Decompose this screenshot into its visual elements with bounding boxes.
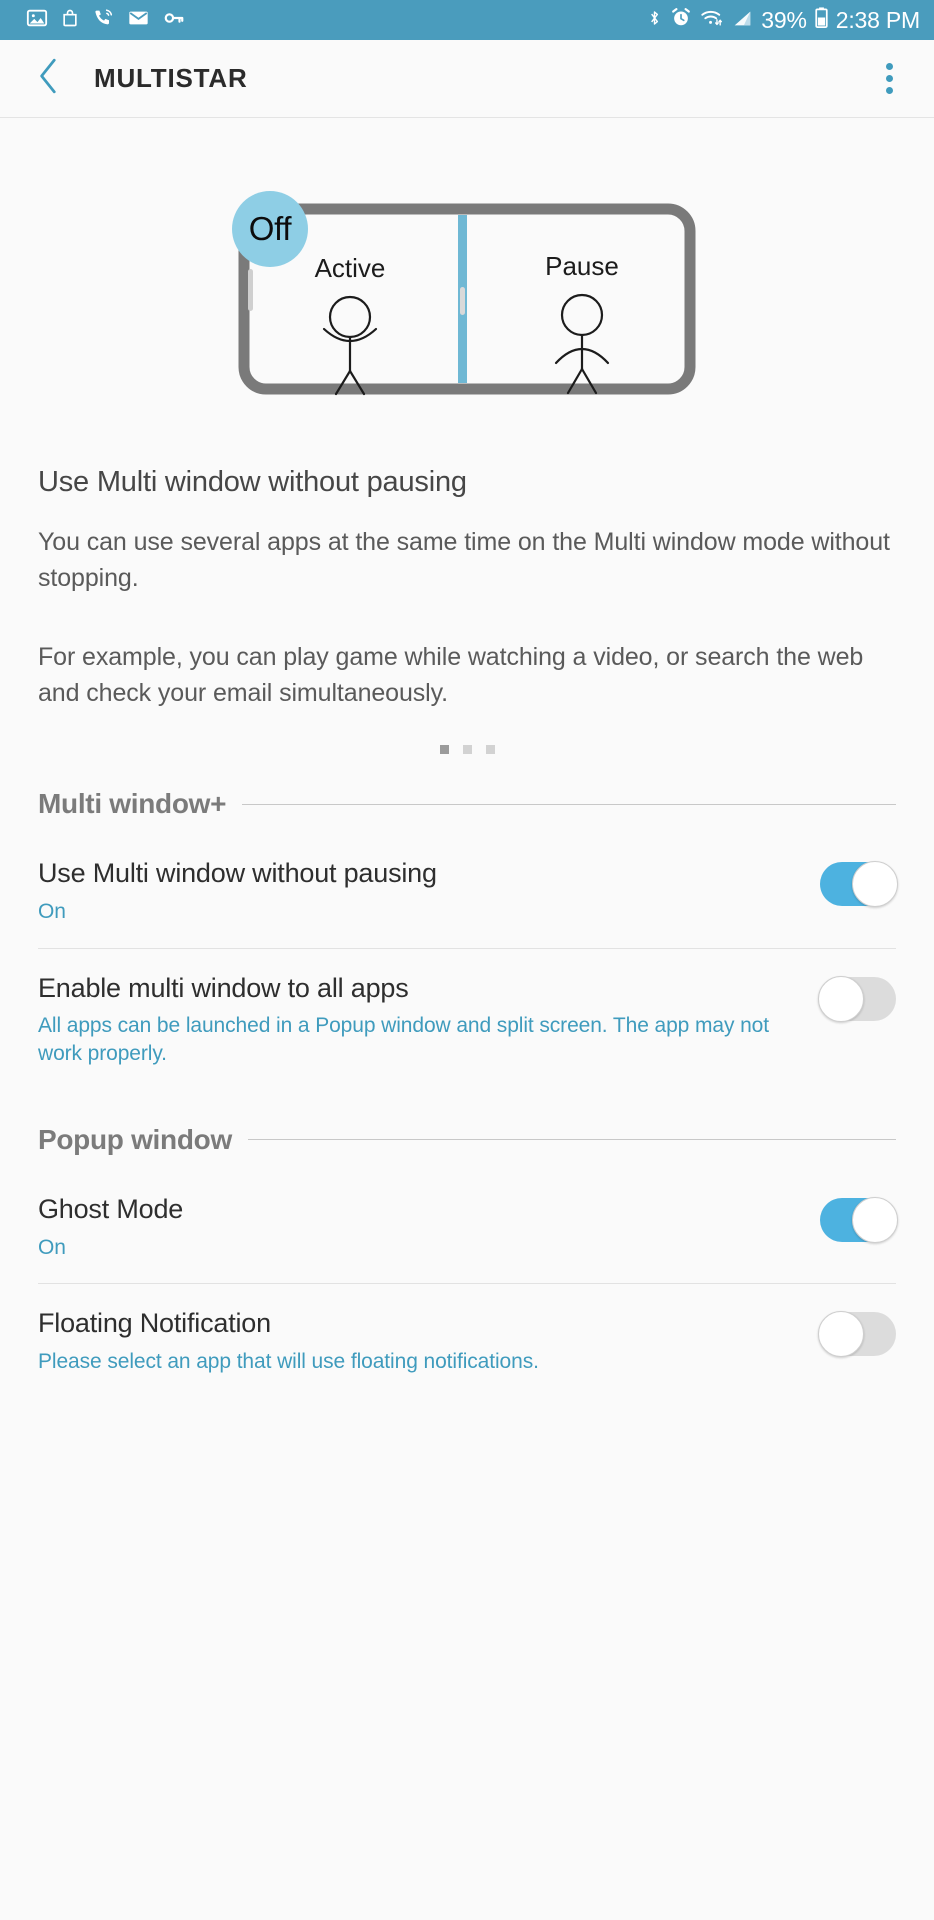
image-icon: [26, 7, 48, 34]
more-vert-icon-dot: [885, 63, 893, 70]
section-label: Popup window: [38, 1123, 232, 1155]
status-bar-system-icons: 39% 2:38 PM: [646, 6, 920, 35]
section-rule: [247, 1139, 896, 1141]
settings-content: Active Pause Off Use Multi window withou…: [0, 118, 934, 1920]
bluetooth-icon: [646, 6, 663, 35]
wifi-calling-icon: [92, 7, 115, 34]
toggle-knob: [818, 975, 864, 1022]
mail-icon: [127, 7, 150, 34]
toggle-use-multi-window-without-pausing[interactable]: [820, 861, 898, 907]
chevron-left-icon: [36, 57, 62, 100]
intro-block: Use Multi window without pausing You can…: [0, 466, 934, 754]
alarm-icon: [670, 6, 692, 34]
toggle-knob: [818, 1311, 864, 1358]
page-dot[interactable]: [485, 745, 495, 754]
toggle-ghost-mode[interactable]: [820, 1196, 898, 1243]
row-text: Use Multi window without pausing On: [38, 858, 820, 926]
setting-title: Ghost Mode: [38, 1193, 184, 1224]
status-bar: 39% 2:38 PM: [0, 0, 934, 40]
setting-subtitle: On: [38, 1235, 66, 1259]
toggle-enable-multi-window-to-all-apps[interactable]: [818, 975, 896, 1022]
toggle-knob: [852, 861, 898, 907]
section-header-multi-window-plus: Multi window+: [0, 788, 934, 820]
setting-row-ghost-mode[interactable]: Ghost Mode On: [0, 1170, 934, 1284]
setting-title: Use Multi window without pausing: [38, 858, 437, 888]
status-bar-notification-icons: [26, 7, 186, 34]
row-text: Enable multi window to all apps All apps…: [38, 973, 820, 1068]
toggle-knob: [852, 1196, 898, 1243]
back-button[interactable]: [26, 56, 72, 102]
intro-title: Use Multi window without pausing: [38, 466, 467, 498]
page-title: MULTISTAR: [94, 63, 248, 93]
setting-subtitle: On: [38, 899, 66, 923]
overflow-menu-button[interactable]: [866, 55, 912, 103]
section-label: Multi window+: [38, 788, 227, 819]
setting-row-floating-notification[interactable]: Floating Notification Please select an a…: [0, 1284, 934, 1398]
setting-row-use-multi-window-without-pausing[interactable]: Use Multi window without pausing On: [0, 834, 934, 948]
key-icon: [162, 7, 186, 34]
setting-subtitle: Please select an app that will use float…: [38, 1350, 539, 1374]
page-dot[interactable]: [439, 745, 449, 754]
phone-screen: 39% 2:38 PM MULTISTAR Active Pause Off U…: [0, 0, 934, 1920]
signal-icon: [730, 7, 754, 34]
setting-row-enable-multi-window-to-all-apps[interactable]: Enable multi window to all apps All apps…: [0, 949, 934, 1090]
hero-illustration: Active Pause Off: [0, 146, 934, 446]
row-text: Ghost Mode On: [38, 1194, 820, 1262]
wifi-icon: [699, 7, 723, 34]
section-header-popup-window: Popup window: [0, 1124, 934, 1156]
clock-label: 2:38 PM: [835, 6, 920, 33]
intro-paragraph-2: For example, you can play game while wat…: [38, 643, 864, 707]
setting-title: Enable multi window to all apps: [38, 972, 409, 1003]
action-bar: MULTISTAR: [0, 40, 934, 118]
toggle-floating-notification[interactable]: [818, 1311, 896, 1358]
shopping-bag-icon: [60, 7, 80, 34]
svg-text:Active: Active: [315, 253, 386, 283]
battery-icon: [814, 6, 829, 34]
row-text: Floating Notification Please select an a…: [38, 1308, 820, 1376]
page-indicator[interactable]: [38, 745, 896, 754]
page-dot[interactable]: [462, 745, 472, 754]
status-badge: Off: [232, 190, 308, 267]
more-vert-icon-dot: [885, 87, 893, 94]
svg-text:Pause: Pause: [545, 251, 619, 281]
section-rule: [242, 803, 896, 805]
more-vert-icon-dot: [885, 75, 893, 82]
setting-title: Floating Notification: [38, 1308, 271, 1339]
setting-subtitle: All apps can be launched in a Popup wind…: [38, 1014, 769, 1066]
battery-percent-label: 39%: [761, 6, 807, 33]
intro-paragraph-1: You can use several apps at the same tim…: [38, 528, 890, 592]
